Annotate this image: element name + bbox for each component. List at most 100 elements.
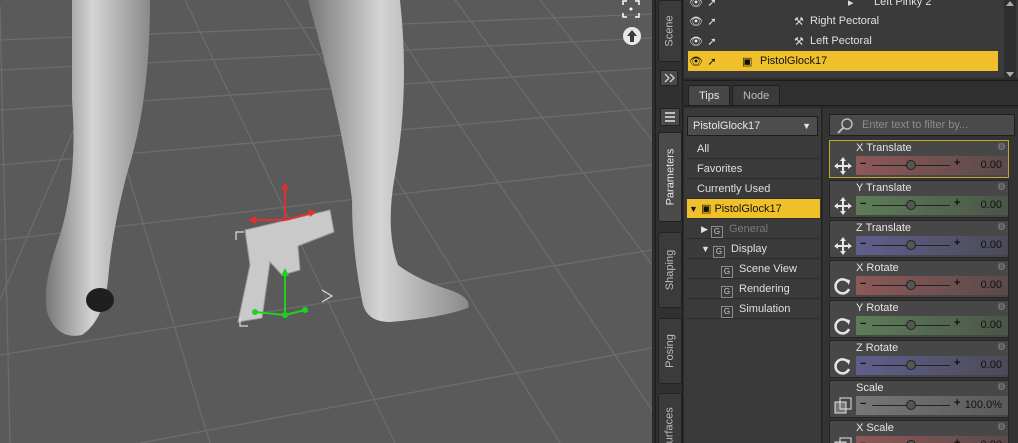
group-currently-used[interactable]: Currently Used xyxy=(687,179,820,199)
tab-tips[interactable]: Tips xyxy=(688,85,731,105)
slider-track[interactable]: − +0.00 xyxy=(856,356,1008,375)
tab-parameters[interactable]: Parameters xyxy=(658,132,682,222)
tab-shaping[interactable]: Shaping xyxy=(658,232,682,308)
increment-button[interactable]: + xyxy=(954,437,960,443)
expand-arrow-icon[interactable]: ▶ xyxy=(701,224,708,234)
slider-knob[interactable] xyxy=(906,320,916,330)
slider-track[interactable]: − +0.00 xyxy=(856,316,1008,335)
tab-scene[interactable]: Scene xyxy=(658,0,682,62)
slider-track[interactable]: − +0.00 xyxy=(856,196,1008,215)
parameter-value[interactable]: 0.00 xyxy=(981,279,1002,291)
group-icon: G xyxy=(721,266,733,278)
visibility-eye-icon[interactable]: 👁 xyxy=(688,54,704,68)
gear-icon[interactable]: ⚙ xyxy=(997,222,1006,233)
increment-button[interactable]: + xyxy=(954,237,960,249)
parameter-slider[interactable]: Z Translate ⚙ − +0.00 xyxy=(829,220,1009,258)
slider-knob[interactable] xyxy=(906,280,916,290)
gear-icon[interactable]: ⚙ xyxy=(997,302,1006,313)
parameter-slider[interactable]: Scale ⚙ − +100.0% xyxy=(829,380,1009,418)
increment-button[interactable]: + xyxy=(954,397,960,409)
parameter-slider[interactable]: X Scale ⚙ − +0.00 xyxy=(829,420,1009,443)
parameter-value[interactable]: 0.00 xyxy=(981,319,1002,331)
viewport-3d[interactable] xyxy=(0,0,652,443)
gear-icon[interactable]: ⚙ xyxy=(997,422,1006,433)
group-general[interactable]: ▶ G General xyxy=(687,219,820,239)
gear-icon[interactable]: ⚙ xyxy=(997,182,1006,193)
filter-input[interactable]: Enter text to filter by... xyxy=(829,114,1015,136)
slider-track[interactable]: − +0.00 xyxy=(856,236,1008,255)
parameter-slider[interactable]: X Rotate ⚙ − +0.00 xyxy=(829,260,1009,298)
scene-row-label: Left Pectoral xyxy=(810,35,872,47)
tab-posing[interactable]: Posing xyxy=(658,318,682,384)
scene-row-label: Right Pectoral xyxy=(810,15,880,27)
increment-button[interactable]: + xyxy=(954,317,960,329)
decrement-button[interactable]: − xyxy=(860,278,866,290)
parameter-value[interactable]: 0.00 xyxy=(981,159,1002,171)
pane-options-button[interactable] xyxy=(660,70,678,86)
parameter-value[interactable]: 0.00 xyxy=(981,439,1002,443)
parameter-value[interactable]: 100.0% xyxy=(965,399,1002,411)
visibility-eye-icon[interactable]: 👁 xyxy=(688,0,704,9)
expand-arrow-icon[interactable]: ▼ xyxy=(701,244,710,254)
parameter-slider[interactable]: X Translate ⚙ − +0.00 xyxy=(829,140,1009,178)
group-favorites[interactable]: Favorites xyxy=(687,159,820,179)
slider-knob[interactable] xyxy=(906,160,916,170)
decrement-button[interactable]: − xyxy=(860,158,866,170)
slider-track[interactable]: − +100.0% xyxy=(856,396,1008,415)
visibility-eye-icon[interactable]: 👁 xyxy=(688,34,704,48)
scene-scrollbar[interactable] xyxy=(1004,0,1016,78)
scene-row-selected[interactable]: 👁 ➚ ▣ PistolGlock17 xyxy=(688,51,998,71)
group-all[interactable]: All xyxy=(687,139,820,159)
expand-arrow-icon[interactable]: ▼ xyxy=(689,204,698,214)
slider-knob[interactable] xyxy=(906,400,916,410)
decrement-button[interactable]: − xyxy=(860,438,866,443)
decrement-button[interactable]: − xyxy=(860,358,866,370)
slider-track[interactable]: − +0.00 xyxy=(856,276,1008,295)
decrement-button[interactable]: − xyxy=(860,238,866,250)
parameter-slider[interactable]: Y Translate ⚙ − +0.00 xyxy=(829,180,1009,218)
group-scene-view[interactable]: G Scene View xyxy=(687,259,820,279)
group-label: Simulation xyxy=(739,303,791,315)
increment-button[interactable]: + xyxy=(954,197,960,209)
slider-track[interactable]: − +0.00 xyxy=(856,436,1008,443)
tab-surfaces[interactable]: Surfaces xyxy=(658,393,682,443)
parameters-menu-button[interactable] xyxy=(660,108,680,126)
decrement-button[interactable]: − xyxy=(860,318,866,330)
parameter-value[interactable]: 0.00 xyxy=(981,359,1002,371)
slider-knob[interactable] xyxy=(906,240,916,250)
gear-icon[interactable]: ⚙ xyxy=(997,382,1006,393)
slider-track[interactable]: − +0.00 xyxy=(856,156,1008,175)
selectable-cursor-icon[interactable]: ➚ xyxy=(704,54,720,68)
parameter-slider[interactable]: Z Rotate ⚙ − +0.00 xyxy=(829,340,1009,378)
parameter-value[interactable]: 0.00 xyxy=(981,199,1002,211)
increment-button[interactable]: + xyxy=(954,157,960,169)
orbit-view-button[interactable] xyxy=(622,26,642,46)
parameter-slider[interactable]: Y Rotate ⚙ − +0.00 xyxy=(829,300,1009,338)
selectable-cursor-icon[interactable]: ➚ xyxy=(704,34,720,48)
rotate-icon xyxy=(832,356,854,376)
increment-button[interactable]: + xyxy=(954,277,960,289)
slider-knob[interactable] xyxy=(906,200,916,210)
gear-icon[interactable]: ⚙ xyxy=(997,142,1006,153)
slider-knob[interactable] xyxy=(906,360,916,370)
scene-row[interactable]: 👁 ➚ ⚒ Left Pectoral xyxy=(688,31,998,51)
tab-node[interactable]: Node xyxy=(732,85,781,105)
group-node-selected[interactable]: ▼ ▣ PistolGlock17 xyxy=(687,199,820,219)
decrement-button[interactable]: − xyxy=(860,398,866,410)
group-simulation[interactable]: G Simulation xyxy=(687,299,820,319)
node-select[interactable]: PistolGlock17 ▼ xyxy=(687,116,818,136)
increment-button[interactable]: + xyxy=(954,357,960,369)
group-rendering[interactable]: G Rendering xyxy=(687,279,820,299)
visibility-eye-icon[interactable]: 👁 xyxy=(688,14,704,28)
parameter-value[interactable]: 0.00 xyxy=(981,239,1002,251)
gear-icon[interactable]: ⚙ xyxy=(997,262,1006,273)
decrement-button[interactable]: − xyxy=(860,198,866,210)
frame-view-button[interactable] xyxy=(622,0,642,20)
selectable-cursor-icon[interactable]: ➚ xyxy=(704,14,720,28)
scene-row-label: PistolGlock17 xyxy=(760,55,828,67)
scene-row[interactable]: 👁 ➚ ⚒ Right Pectoral xyxy=(688,11,998,31)
group-display[interactable]: ▼ G Display xyxy=(687,239,820,259)
selectable-cursor-icon[interactable]: ➚ xyxy=(704,0,720,9)
gear-icon[interactable]: ⚙ xyxy=(997,342,1006,353)
bone-icon: ⚒ xyxy=(794,35,804,48)
